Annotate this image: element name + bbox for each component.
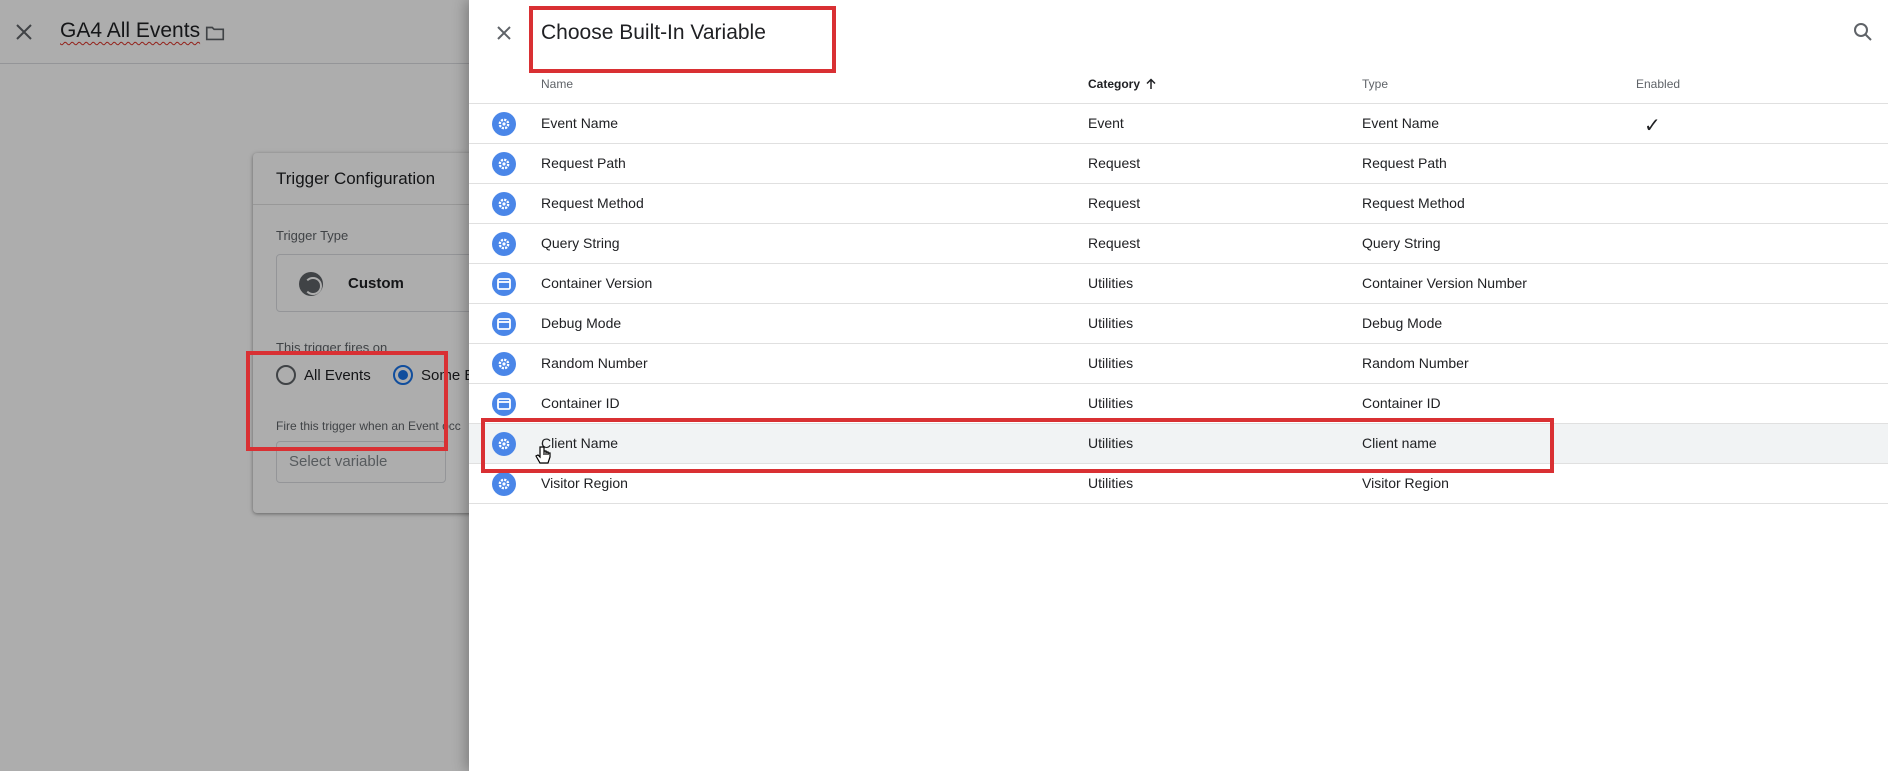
- variable-type: Debug Mode: [1362, 315, 1443, 331]
- variable-category: Utilities: [1088, 395, 1134, 411]
- hand-cursor-icon: [535, 446, 551, 464]
- gear-icon: [492, 152, 516, 176]
- variable-row[interactable]: Request Path Request Request Path: [469, 144, 1888, 184]
- variable-name: Container ID: [541, 395, 620, 411]
- gear-icon: [492, 352, 516, 376]
- close-icon[interactable]: [492, 21, 516, 45]
- variable-name: Container Version: [541, 275, 653, 291]
- variable-category: Utilities: [1088, 475, 1134, 491]
- variable-name: Random Number: [541, 355, 648, 371]
- variable-category: Utilities: [1088, 355, 1134, 371]
- search-icon[interactable]: [1851, 20, 1875, 44]
- enabled-check: ✓: [1644, 115, 1661, 137]
- variable-row[interactable]: Debug Mode Utilities Debug Mode: [469, 304, 1888, 344]
- variable-category: Event: [1088, 115, 1124, 131]
- variable-category: Utilities: [1088, 315, 1134, 331]
- variable-type: Container ID: [1362, 395, 1441, 411]
- highlight-box: [481, 418, 1554, 473]
- column-category-label: Category: [1088, 77, 1141, 91]
- gear-icon: [492, 192, 516, 216]
- variable-type: Request Path: [1362, 155, 1447, 171]
- variable-row[interactable]: Event Name Event Event Name ✓: [469, 104, 1888, 144]
- variable-name: Debug Mode: [541, 315, 622, 331]
- variable-type: Container Version Number: [1362, 275, 1527, 291]
- gear-icon: [492, 232, 516, 256]
- variable-row[interactable]: Container Version Utilities Container Vers…: [469, 264, 1888, 304]
- column-category[interactable]: Category: [1088, 77, 1157, 91]
- variable-category: Utilities: [1088, 275, 1134, 291]
- variable-category: Request: [1088, 155, 1141, 171]
- built-in-variable-panel: Choose Built-In Variable Name Category T…: [469, 0, 1888, 771]
- variable-name: Request Path: [541, 155, 626, 171]
- highlight-box: [246, 351, 448, 451]
- arrow-up-icon: [1146, 78, 1156, 89]
- variable-type: Query String: [1362, 235, 1441, 251]
- variable-name: Event Name: [541, 115, 619, 131]
- gear-icon: [492, 472, 516, 496]
- container-icon: [492, 392, 516, 416]
- variable-name: Request Method: [541, 195, 644, 211]
- variable-type: Random Number: [1362, 355, 1469, 371]
- variable-category: Request: [1088, 235, 1141, 251]
- column-name[interactable]: Name: [541, 77, 573, 91]
- variable-type: Visitor Region: [1362, 475, 1449, 491]
- container-icon: [492, 312, 516, 336]
- variable-category: Request: [1088, 195, 1141, 211]
- gear-icon: [492, 112, 516, 136]
- column-type[interactable]: Type: [1362, 77, 1388, 91]
- column-enabled[interactable]: Enabled: [1636, 77, 1680, 91]
- variable-name: Query String: [541, 235, 620, 251]
- container-icon: [492, 272, 516, 296]
- variable-row[interactable]: Request Method Request Request Method: [469, 184, 1888, 224]
- variable-type: Request Method: [1362, 195, 1465, 211]
- variable-row[interactable]: Random Number Utilities Random Number: [469, 344, 1888, 384]
- variable-type: Event Name: [1362, 115, 1440, 131]
- variable-row[interactable]: Query String Request Query String: [469, 224, 1888, 264]
- variable-name: Visitor Region: [541, 475, 628, 491]
- highlight-box: [529, 6, 836, 73]
